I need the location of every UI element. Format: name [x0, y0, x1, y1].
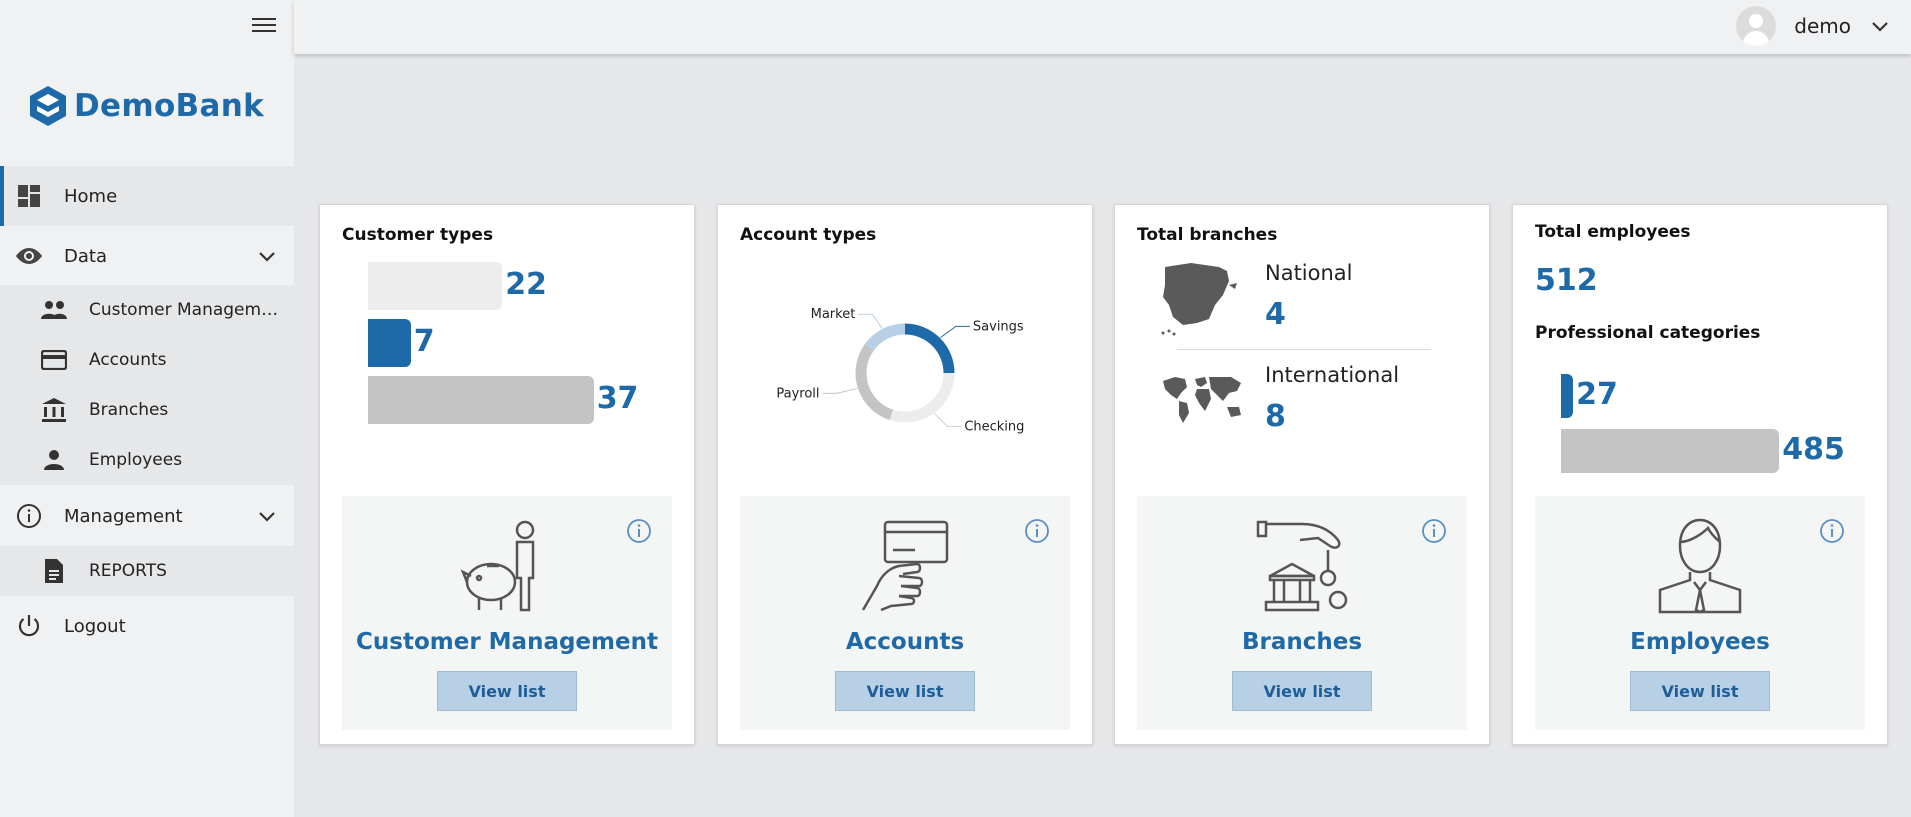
- chart-bar: [1561, 374, 1574, 418]
- card-total-branches: Total branches National 4 International …: [1114, 204, 1490, 745]
- hand-bank-coins-icon: [1256, 520, 1348, 612]
- topbar: demo: [294, 0, 1911, 54]
- donut-leader-line: [934, 413, 962, 427]
- card-title: Customer types: [342, 225, 494, 245]
- sidebar-item-branches[interactable]: Branches: [0, 385, 294, 435]
- people-icon: [40, 296, 68, 324]
- donut-leader-line: [940, 325, 970, 339]
- spain-map-icon: [1161, 263, 1237, 336]
- eye-icon: [15, 242, 43, 270]
- avatar: [1736, 6, 1777, 46]
- info-icon[interactable]: [1819, 518, 1845, 548]
- panel-title: Customer Management: [356, 629, 658, 655]
- sidebar-item-accounts[interactable]: Accounts: [0, 335, 294, 385]
- view-list-button[interactable]: View list: [1630, 671, 1770, 711]
- view-list-button[interactable]: View list: [1232, 671, 1372, 711]
- sidebar-item-employees[interactable]: Employees: [0, 435, 294, 485]
- sidebar-item-label: Logout: [64, 615, 126, 637]
- info-icon: [15, 502, 43, 530]
- card-panel: Employees View list: [1535, 496, 1865, 730]
- chart-bar-value: 22: [505, 267, 547, 302]
- sidebar-item-customer-management[interactable]: Customer Management: [0, 285, 294, 335]
- divider: [1177, 349, 1431, 350]
- sidebar-item-label: Employees: [89, 450, 183, 470]
- sidebar-item-reports[interactable]: REPORTS: [0, 546, 294, 596]
- chevron-down-icon[interactable]: [258, 506, 276, 527]
- info-icon[interactable]: [1421, 518, 1447, 548]
- world-map-icon: [1163, 377, 1241, 423]
- national-count: 4: [1265, 297, 1286, 332]
- document-icon: [40, 557, 68, 585]
- account-types-donut-chart: Savings Checking Payroll Market: [776, 307, 1024, 434]
- donut-label: Savings: [973, 319, 1024, 334]
- donut-label: Payroll: [776, 386, 819, 401]
- chevron-down-icon[interactable]: [1871, 20, 1889, 32]
- donut-leader-line: [858, 313, 883, 329]
- chart-bar: [1561, 429, 1780, 473]
- sidebar: DemoBank Home Data Customer Management A…: [0, 0, 294, 817]
- hand-card-icon: [861, 520, 949, 612]
- username: demo: [1794, 14, 1851, 38]
- chart-bar: [368, 376, 594, 424]
- donut-label: Market: [811, 307, 856, 322]
- sidebar-item-label: REPORTS: [89, 561, 167, 581]
- sidebar-item-label: Accounts: [89, 350, 167, 370]
- user-menu[interactable]: demo: [1736, 6, 1889, 46]
- dashboard-icon: [15, 182, 43, 210]
- professional-categories-title: Professional categories: [1535, 323, 1761, 343]
- card-panel: Accounts View list: [740, 496, 1070, 730]
- bank-icon: [40, 396, 68, 424]
- hamburger-menu-icon[interactable]: [250, 14, 278, 36]
- card-title: Total employees: [1535, 222, 1691, 242]
- chart-bar-value: 7: [413, 324, 435, 359]
- sidebar-item-label: Management: [64, 505, 183, 527]
- chart-bar-value: 37: [596, 381, 639, 416]
- sidebar-item-home[interactable]: Home: [0, 166, 294, 226]
- chart-bar: [368, 319, 411, 367]
- person-icon: [40, 446, 68, 474]
- donut-label: Checking: [964, 419, 1024, 434]
- donut-slice: [864, 323, 906, 351]
- chart-bar-value: 485: [1782, 432, 1845, 467]
- chart-bar: [368, 262, 503, 310]
- logo: DemoBank: [28, 84, 264, 128]
- card-title: Total branches: [1137, 225, 1278, 245]
- piggy-bank-person-icon: [460, 520, 535, 612]
- card-account-types: Account types Savings Checking Payroll Mark…: [717, 204, 1093, 745]
- sidebar-item-management[interactable]: Management: [0, 486, 294, 546]
- brand-name: DemoBank: [74, 88, 264, 124]
- credit-card-icon: [40, 346, 68, 374]
- chevron-down-icon[interactable]: [258, 246, 276, 267]
- view-list-button[interactable]: View list: [437, 671, 577, 711]
- card-total-employees: Total employees 512 Professional categor…: [1512, 204, 1888, 745]
- panel-title: Accounts: [845, 629, 965, 655]
- donut-slice: [855, 343, 894, 421]
- international-label: International: [1265, 363, 1400, 387]
- demobank-logo-icon: [30, 86, 66, 126]
- panel-title: Branches: [1241, 629, 1363, 655]
- donut-leader-line: [822, 387, 858, 394]
- sidebar-item-label: Data: [64, 245, 107, 267]
- info-icon[interactable]: [1024, 518, 1050, 548]
- view-list-button[interactable]: View list: [835, 671, 975, 711]
- panel-title: Employees: [1630, 629, 1770, 655]
- sidebar-item-label: Customer Management: [89, 300, 285, 320]
- sidebar-item-logout[interactable]: Logout: [0, 596, 294, 656]
- card-customer-types: Customer types Customer Management View …: [319, 204, 695, 745]
- sidebar-item-label: Branches: [89, 400, 169, 420]
- chart-bar-value: 27: [1576, 377, 1618, 412]
- card-panel: Branches View list: [1137, 496, 1467, 730]
- card-title: Account types: [740, 225, 877, 245]
- national-label: National: [1265, 261, 1353, 285]
- sidebar-item-label: Home: [64, 185, 118, 207]
- power-icon: [15, 612, 43, 640]
- total-employees-count: 512: [1535, 263, 1598, 298]
- info-icon[interactable]: [626, 518, 652, 548]
- card-panel: Customer Management View list: [342, 496, 672, 730]
- sidebar-item-data[interactable]: Data: [0, 226, 294, 286]
- international-count: 8: [1265, 399, 1286, 434]
- employee-icon: [1658, 518, 1742, 614]
- donut-slice: [889, 372, 955, 423]
